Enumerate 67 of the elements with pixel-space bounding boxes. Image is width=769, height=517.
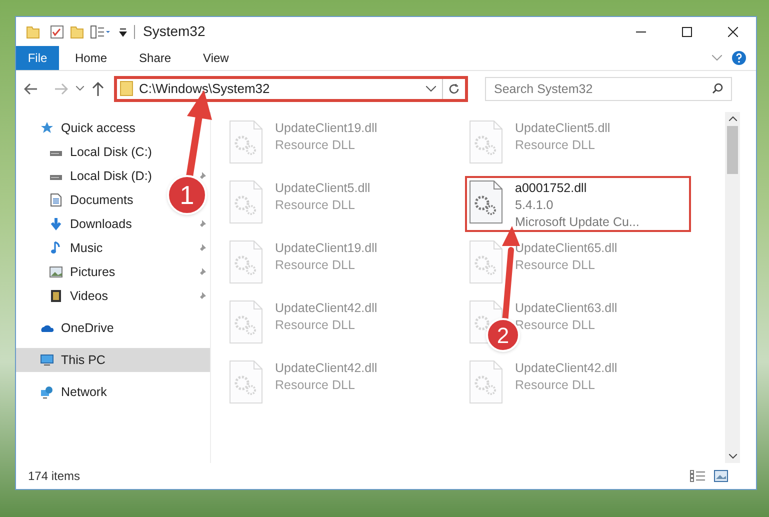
file-name: UpdateClient42.dll [515,360,618,377]
address-bar[interactable]: C:\Windows\System32 [114,76,468,102]
file-detail: Resource DLL [275,137,355,154]
file-detail: Resource DLL [275,377,355,394]
sidebar-item[interactable]: Quick access [16,116,140,140]
sidebar-item[interactable]: OneDrive [16,316,118,340]
file-detail: Resource DLL [275,197,355,214]
properties-icon[interactable] [90,24,112,38]
sidebar-item[interactable]: Downloads [16,212,210,236]
picture-icon [49,265,63,279]
sidebar-item[interactable]: Documents [16,188,138,212]
sidebar-item[interactable]: Local Disk (C:) [16,140,156,164]
scroll-down-icon[interactable] [728,454,736,459]
window-title: System32 [143,22,206,41]
refresh-icon[interactable] [448,82,460,94]
file-name: UpdateClient42.dll [275,300,378,317]
dropdown-icon[interactable] [118,26,128,36]
sidebar-item[interactable]: Network [16,380,111,404]
file-name: UpdateClient5.dll [515,120,610,137]
sidebar-item[interactable]: Pictures [16,260,210,284]
file-name: a0001752.dll [515,180,587,197]
document-icon [49,193,63,207]
file-name: UpdateClient5.dll [275,180,370,197]
folder-icon [120,81,133,96]
file-name: UpdateClient19.dll [275,120,378,137]
file-name: UpdateClient42.dll [275,360,378,377]
file-name: UpdateClient65.dll [515,240,618,257]
help-icon[interactable] [732,51,746,65]
details-view-icon[interactable] [690,470,706,482]
sidebar-item[interactable]: This PC [16,348,210,372]
file-name: UpdateClient63.dll [515,300,618,317]
ribbon-tab[interactable]: Share [123,46,188,70]
ribbon-tab[interactable]: View [187,46,245,70]
music-note-icon [49,241,63,255]
checklist-icon[interactable] [50,24,64,38]
chevron-down-icon[interactable] [76,86,84,91]
file-item[interactable]: a0001752.dll 5.4.1.0 Microsoft Update Cu... [465,176,691,232]
maximize-icon [682,26,692,36]
scroll-up-icon[interactable] [728,116,736,121]
file-name: UpdateClient19.dll [275,240,378,257]
network-icon [40,385,54,399]
file-detail: Resource DLL [515,257,595,274]
file-detail: Resource DLL [275,257,355,274]
chevron-down-icon[interactable] [426,86,436,92]
search-icon [712,82,723,94]
back-arrow-icon[interactable] [24,82,38,94]
sidebar-item[interactable]: Videos [16,284,210,308]
scrollbar-thumb[interactable] [727,126,738,174]
scrollbar[interactable] [725,112,740,463]
file-detail: Resource DLL [515,377,595,394]
address-path: C:\Windows\System32 [139,80,270,98]
search-field[interactable]: Search System32 [485,76,732,100]
download-arrow-icon [49,217,63,231]
star-icon [40,121,54,135]
item-count: 174 items [28,468,80,485]
large-icons-view-icon[interactable] [714,470,728,482]
up-arrow-icon[interactable] [92,82,104,96]
file-detail: Resource DLL [515,137,595,154]
monitor-icon [40,353,54,367]
ribbon-tab[interactable]: Home [59,46,124,70]
file-detail: 5.4.1.0 [515,197,554,214]
close-icon [728,26,738,36]
file-detail: Resource DLL [275,317,355,334]
file-detail: Resource DLL [515,317,595,334]
file-detail: Microsoft Update Cu... [515,214,640,231]
sidebar-item[interactable]: Music [16,236,210,260]
film-icon [49,289,63,303]
